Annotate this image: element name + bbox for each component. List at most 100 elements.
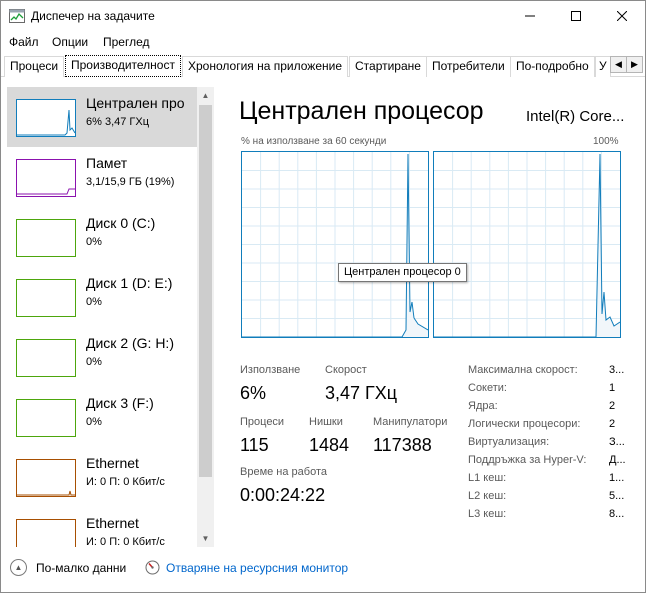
tab-startup[interactable]: Стартиране (349, 56, 427, 77)
resource-value: 3,1/15,9 ГБ (19%) (86, 176, 175, 188)
resource-disk-3[interactable]: Диск 3 (F:) 0% (7, 387, 197, 447)
resource-disk-0[interactable]: Диск 0 (C:) 0% (7, 207, 197, 267)
resource-cpu[interactable]: Централен про 6% 3,47 ГХц (7, 87, 197, 147)
resource-memory[interactable]: Памет 3,1/15,9 ГБ (19%) (7, 147, 197, 207)
minimize-icon (525, 15, 535, 17)
processes-label: Процеси (240, 416, 285, 428)
task-manager-icon (9, 9, 25, 23)
ethernet-2-mini-graph (16, 519, 76, 547)
disk-2-mini-graph (16, 339, 76, 377)
resource-value: 0% (86, 236, 102, 248)
open-resource-monitor-link[interactable]: Отваряне на ресурсния монитор (166, 561, 348, 575)
resource-name: Диск 2 (G: H:) (86, 335, 174, 351)
detail-value: 2 (609, 418, 616, 430)
uptime-value: 0:00:24:22 (240, 485, 326, 505)
menu-view[interactable]: Преглед (103, 35, 150, 49)
detail-label: Сокети: (468, 382, 507, 394)
disk-1-mini-graph (16, 279, 76, 317)
scrollbar-thumb[interactable] (199, 105, 212, 477)
detail-label: L2 кеш: (468, 490, 507, 502)
ethernet-1-mini-graph (16, 459, 76, 497)
title-bar[interactable]: Диспечер на задачите (1, 1, 645, 31)
tab-scroll-left[interactable]: ◀ (610, 56, 627, 73)
footer: ▲ По-малко данни Отваряне на ресурсния м… (1, 551, 645, 591)
minimize-button[interactable] (507, 1, 553, 31)
cpu-0-usage-graph[interactable] (241, 151, 429, 338)
threads-value: 1484 (309, 435, 350, 455)
triangle-right-icon: ▶ (631, 59, 638, 69)
detail-label: Ядра: (468, 400, 498, 412)
resource-value: И: 0 П: 0 Кбит/с (86, 476, 165, 488)
scroll-down-button[interactable]: ▼ (197, 530, 214, 547)
cpu-mini-graph (16, 99, 76, 137)
uptime-label: Време на работа (240, 466, 328, 478)
sidebar-scrollbar[interactable]: ▲ ▼ (197, 87, 214, 547)
graph-tooltip: Централен процесор 0 (338, 263, 467, 282)
resource-name: Централен про (86, 95, 185, 111)
resource-name: Памет (86, 155, 128, 171)
chevron-down-icon: ▼ (201, 534, 210, 543)
resource-name: Ethernet (86, 515, 139, 531)
resource-ethernet-1[interactable]: Ethernet И: 0 П: 0 Кбит/с (7, 447, 197, 507)
menu-file[interactable]: Файл (9, 35, 39, 49)
resource-ethernet-2[interactable]: Ethernet И: 0 П: 0 Кбит/с (7, 507, 197, 547)
tab-strip: Процеси Производителност Хронология на п… (1, 55, 645, 77)
window-title: Диспечер на задачите (31, 9, 155, 23)
resource-list: Централен про 6% 3,47 ГХц Памет 3,1/15,9… (1, 87, 214, 547)
usage-label: Използване (240, 364, 301, 376)
detail-value: З... (609, 436, 625, 448)
speed-label: Скорост (325, 364, 367, 376)
tab-users[interactable]: Потребители (426, 56, 511, 77)
handles-value: 117388 (373, 435, 432, 455)
detail-label: Виртуализация: (468, 436, 550, 448)
memory-mini-graph (16, 159, 76, 197)
speed-value: 3,47 ГХц (325, 383, 398, 403)
detail-value: 1... (609, 472, 625, 484)
page-title: Централен процесор (239, 97, 484, 125)
tab-services[interactable]: У (595, 56, 611, 77)
resource-value: И: 0 П: 0 Кбит/с (86, 536, 165, 547)
menu-options[interactable]: Опции (52, 35, 88, 49)
chevron-up-circle-icon[interactable]: ▲ (10, 559, 27, 576)
resource-value: 6% 3,47 ГХц (86, 116, 150, 128)
tab-performance[interactable]: Производителност (65, 55, 181, 77)
resource-name: Диск 3 (F:) (86, 395, 154, 411)
maximize-icon (571, 11, 581, 21)
cpu-1-usage-graph[interactable] (433, 151, 621, 338)
detail-value: 8... (609, 508, 625, 520)
cpu-model: Intel(R) Core... (526, 108, 625, 125)
tab-app-history[interactable]: Хронология на приложение (182, 56, 349, 77)
disk-0-mini-graph (16, 219, 76, 257)
graph-caption: % на използване за 60 секунди (241, 136, 387, 147)
tab-scroll-right[interactable]: ▶ (626, 56, 643, 73)
maximize-button[interactable] (553, 1, 599, 31)
resource-monitor-icon (145, 560, 160, 575)
tab-details[interactable]: По-подробно (510, 56, 595, 77)
resource-disk-1[interactable]: Диск 1 (D: E:) 0% (7, 267, 197, 327)
resource-value: 0% (86, 356, 102, 368)
detail-label: L3 кеш: (468, 508, 507, 520)
graph-max-label: 100% (593, 136, 619, 147)
usage-value: 6% (240, 383, 267, 403)
chevron-up-icon: ▲ (201, 91, 210, 100)
processes-value: 115 (240, 435, 269, 455)
detail-value: 5... (609, 490, 625, 502)
detail-value: 2 (609, 400, 616, 412)
menu-bar: Файл Опции Преглед (1, 32, 645, 52)
close-button[interactable] (599, 1, 645, 31)
detail-value: 3... (609, 364, 625, 376)
threads-label: Нишки (309, 416, 343, 428)
fewer-details-button[interactable]: По-малко данни (36, 561, 126, 575)
disk-3-mini-graph (16, 399, 76, 437)
tab-processes[interactable]: Процеси (4, 56, 65, 77)
resource-disk-2[interactable]: Диск 2 (G: H:) 0% (7, 327, 197, 387)
scroll-up-button[interactable]: ▲ (197, 87, 214, 104)
detail-value: 1 (609, 382, 616, 394)
detail-value: Д... (609, 454, 626, 466)
resource-name: Диск 1 (D: E:) (86, 275, 173, 291)
resource-name: Диск 0 (C:) (86, 215, 156, 231)
detail-label: Поддръжка за Hyper-V: (468, 454, 587, 466)
detail-label: Логически процесори: (468, 418, 581, 430)
resource-name: Ethernet (86, 455, 139, 471)
resource-value: 0% (86, 296, 102, 308)
